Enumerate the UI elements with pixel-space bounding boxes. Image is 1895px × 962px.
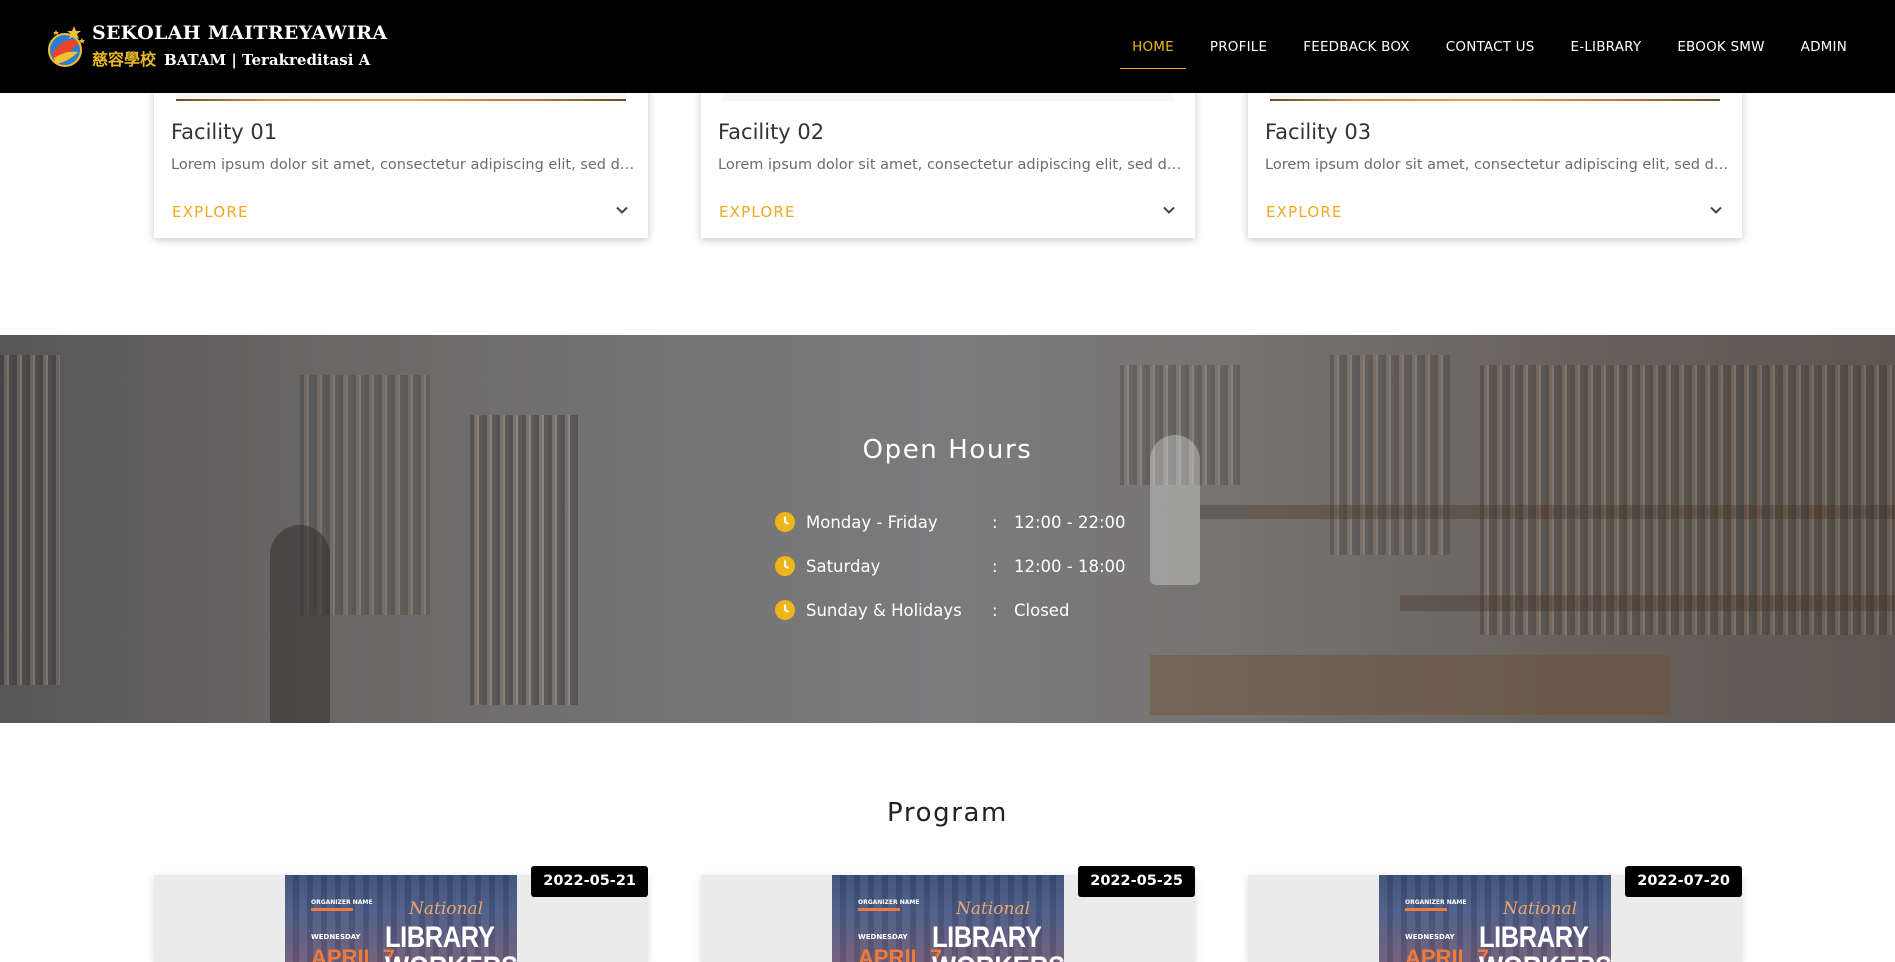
clock-icon — [775, 512, 795, 532]
chevron-down-icon[interactable] — [614, 202, 630, 218]
poster-library: LIBRARY — [1479, 921, 1589, 954]
hours-separator: : — [992, 512, 998, 532]
clock-icon — [775, 600, 795, 620]
navbar: SEKOLAH MAITREYAWIRA 慈容學校 BATAM | Terakre… — [0, 0, 1895, 93]
nav-feedback-box[interactable]: FEEDBACK BOX — [1303, 39, 1410, 55]
bookshelf-background — [0, 355, 60, 685]
program-date-badge: 2022-07-20 — [1625, 866, 1742, 897]
poster-accent-bar — [858, 908, 900, 911]
poster-organizer: ORGANIZER NAME — [311, 899, 373, 906]
facility-description: Lorem ipsum dolor sit amet, consectetur … — [171, 157, 636, 173]
poster-weekday: WEDNESDAY — [311, 933, 361, 941]
facility-card: Facility 03 Lorem ipsum dolor sit amet, … — [1248, 80, 1742, 238]
poster-date: APRIL 7 — [1405, 945, 1489, 962]
chevron-down-icon[interactable] — [1708, 202, 1724, 218]
poster-national: National — [409, 899, 484, 919]
explore-button[interactable]: EXPLORE — [1266, 203, 1343, 221]
hours-time: 12:00 - 18:00 — [1014, 556, 1126, 576]
poster-library: LIBRARY — [385, 921, 495, 954]
program-date-badge: 2022-05-25 — [1078, 866, 1195, 897]
hours-separator: : — [992, 556, 998, 576]
logo-chinese-name: 慈容學校 — [92, 50, 157, 69]
nav-ebook-smw[interactable]: EBOOK SMW — [1677, 39, 1764, 55]
poster-organizer: ORGANIZER NAME — [858, 899, 920, 906]
chevron-down-icon[interactable] — [1161, 202, 1177, 218]
explore-button[interactable]: EXPLORE — [172, 203, 249, 221]
poster-library: LIBRARY — [932, 921, 1042, 954]
poster-workers: WORKERS — [1479, 951, 1611, 962]
program-date-badge: 2022-05-21 — [531, 866, 648, 897]
bench-background — [1150, 655, 1670, 715]
poster-date: APRIL 7 — [858, 945, 942, 962]
nav-home[interactable]: HOME — [1120, 39, 1186, 69]
open-hours-title: Open Hours — [862, 435, 1033, 465]
poster-workers: WORKERS — [385, 951, 517, 962]
hours-day: Sunday & Holidays — [806, 600, 962, 620]
open-hours-section: Open Hours Monday - Friday : 12:00 - 22:… — [0, 335, 1895, 723]
logo-school-name: SEKOLAH MAITREYAWIRA — [92, 22, 388, 44]
program-poster: ORGANIZER NAME National WEDNESDAY LIBRAR… — [832, 875, 1064, 962]
facility-title: Facility 03 — [1265, 120, 1372, 144]
shelf-background — [1400, 595, 1895, 611]
poster-organizer: ORGANIZER NAME — [1405, 899, 1467, 906]
nav-contact-us[interactable]: CONTACT US — [1446, 39, 1535, 55]
nav-admin[interactable]: ADMIN — [1801, 39, 1847, 55]
facility-description: Lorem ipsum dolor sit amet, consectetur … — [1265, 157, 1730, 173]
program-poster: ORGANIZER NAME National WEDNESDAY LIBRAR… — [285, 875, 517, 962]
poster-accent-bar — [311, 908, 353, 911]
hours-day: Saturday — [806, 556, 881, 576]
poster-weekday: WEDNESDAY — [1405, 933, 1455, 941]
facility-card: Facility 01 Lorem ipsum dolor sit amet, … — [154, 80, 648, 238]
nav-profile[interactable]: PROFILE — [1210, 39, 1267, 55]
poster-national: National — [956, 899, 1031, 919]
logo-accreditation: BATAM | Terakreditasi A — [164, 51, 371, 69]
poster-date: APRIL 7 — [311, 945, 395, 962]
nav-e-library[interactable]: E-LIBRARY — [1571, 39, 1642, 55]
facility-title: Facility 02 — [718, 120, 825, 144]
hours-separator: : — [992, 600, 998, 620]
poster-weekday: WEDNESDAY — [858, 933, 908, 941]
poster-workers: WORKERS — [932, 951, 1064, 962]
poster-national: National — [1503, 899, 1578, 919]
facility-card: Facility 02 Lorem ipsum dolor sit amet, … — [701, 80, 1195, 238]
logo-subtitle: 慈容學校 BATAM | Terakreditasi A — [92, 46, 370, 70]
facility-description: Lorem ipsum dolor sit amet, consectetur … — [718, 157, 1183, 173]
main-nav: HOME PROFILE FEEDBACK BOX CONTACT US E-L… — [1096, 0, 1847, 93]
hours-row: Monday - Friday : 12:00 - 22:00 — [775, 510, 1126, 534]
program-poster: ORGANIZER NAME National WEDNESDAY LIBRAR… — [1379, 875, 1611, 962]
explore-button[interactable]: EXPLORE — [719, 203, 796, 221]
hours-row: Sunday & Holidays : Closed — [775, 598, 1069, 622]
clock-icon — [775, 556, 795, 576]
school-emblem-icon — [48, 26, 85, 67]
hours-day: Monday - Friday — [806, 512, 938, 532]
hours-time: Closed — [1014, 600, 1070, 620]
program-title: Program — [887, 798, 1008, 828]
poster-accent-bar — [1405, 908, 1447, 911]
hours-row: Saturday : 12:00 - 18:00 — [775, 554, 1126, 578]
shelf-background — [1200, 505, 1895, 519]
facility-title: Facility 01 — [171, 120, 278, 144]
person-silhouette — [270, 525, 330, 723]
hours-time: 12:00 - 22:00 — [1014, 512, 1126, 532]
school-logo[interactable]: SEKOLAH MAITREYAWIRA 慈容學校 BATAM | Terakre… — [44, 20, 387, 72]
